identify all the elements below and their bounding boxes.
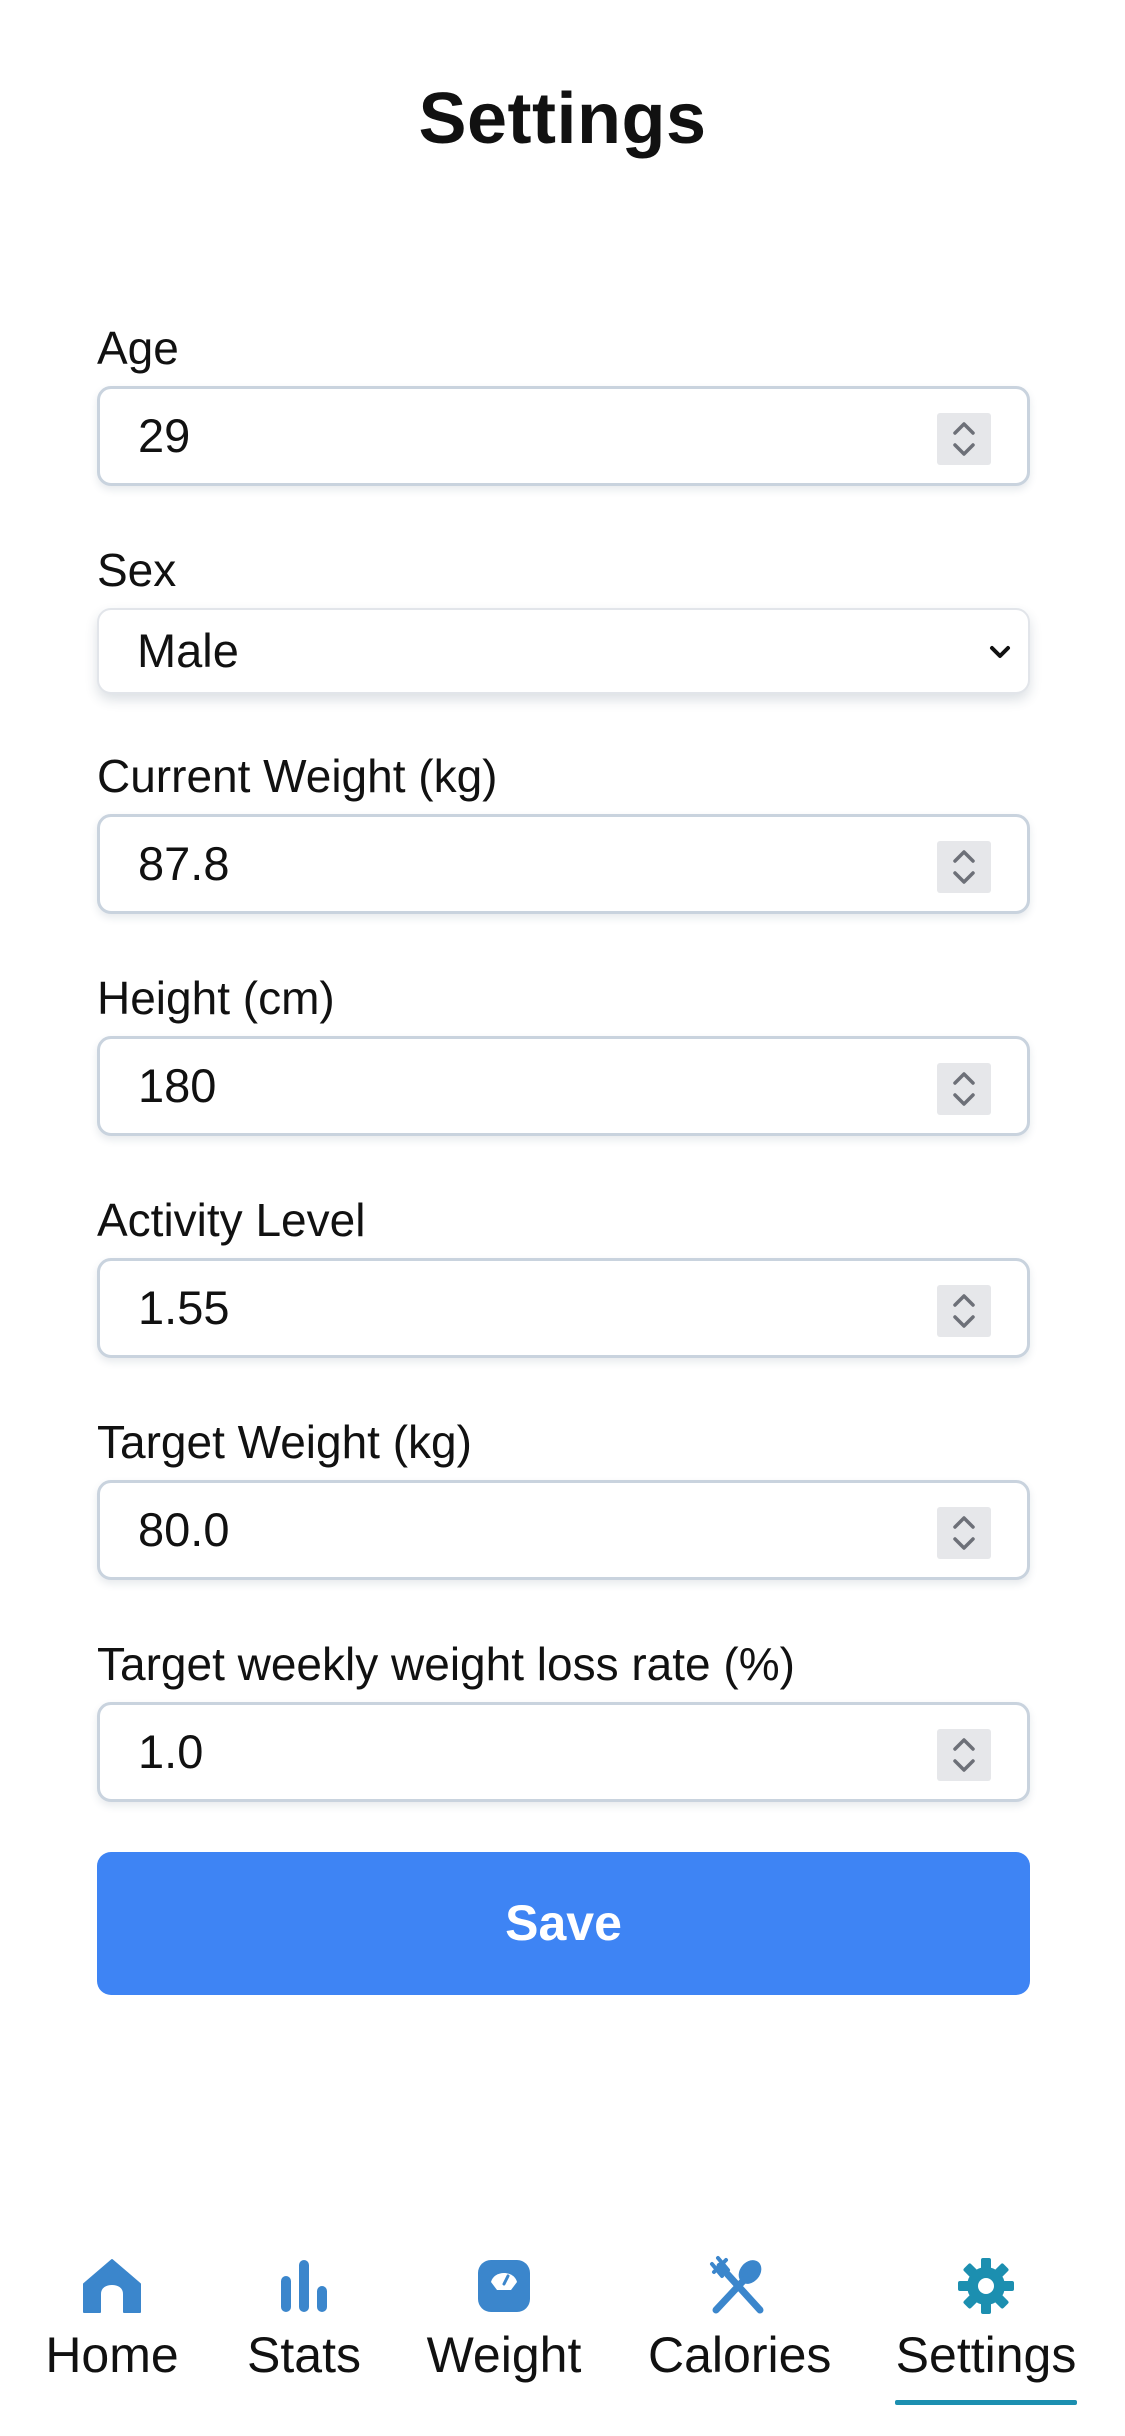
weekly-loss-rate-stepper[interactable] [937,1729,991,1781]
tab-calories[interactable]: Calories [648,2240,832,2410]
weekly-loss-rate-field: Target weekly weight loss rate (%) 1.0 [97,1634,1030,1802]
tab-stats-label: Stats [247,2327,361,2383]
age-value: 29 [138,409,191,462]
age-field: Age 29 [97,318,1030,486]
stepper-arrows-icon [953,1294,975,1328]
height-stepper[interactable] [937,1063,991,1115]
sex-field: Sex Male [97,540,1030,694]
current-weight-field: Current Weight (kg) 87.8 [97,746,1030,914]
weekly-loss-rate-label: Target weekly weight loss rate (%) [97,1638,795,1690]
target-weight-input[interactable]: 80.0 [97,1480,1030,1580]
save-button[interactable]: Save [97,1852,1030,1995]
tab-stats[interactable]: Stats [240,2240,368,2410]
activity-level-value: 1.55 [138,1281,230,1334]
target-weight-field: Target Weight (kg) 80.0 [97,1412,1030,1580]
height-label: Height (cm) [97,972,335,1024]
active-tab-indicator [895,2400,1077,2405]
tab-settings-label: Settings [895,2327,1077,2383]
page-title: Settings [418,79,707,159]
tab-weight[interactable]: Weight [424,2240,584,2410]
stepper-arrows-icon [953,1516,975,1550]
scale-icon [478,2260,530,2312]
current-weight-input[interactable]: 87.8 [97,814,1030,914]
activity-level-field: Activity Level 1.55 [97,1190,1030,1358]
stepper-arrows-icon [953,1738,975,1772]
bottom-tab-bar: Home Stats Weight Calories Settings [0,2240,1125,2436]
tab-settings[interactable]: Settings [895,2240,1077,2410]
height-value: 180 [138,1059,217,1112]
tab-calories-label: Calories [648,2327,832,2383]
bar-chart-icon [281,2260,327,2312]
height-field: Height (cm) 180 [97,968,1030,1136]
age-stepper[interactable] [937,413,991,465]
sex-value: Male [137,624,239,677]
activity-level-label: Activity Level [97,1194,366,1246]
fork-spoon-icon [710,2256,764,2314]
weekly-loss-rate-value: 1.0 [138,1725,204,1778]
current-weight-value: 87.8 [138,837,230,890]
home-icon [83,2259,141,2313]
tab-weight-label: Weight [426,2327,582,2383]
target-weight-label: Target Weight (kg) [97,1416,472,1468]
target-weight-value: 80.0 [138,1503,230,1556]
current-weight-label: Current Weight (kg) [97,750,498,802]
sex-select[interactable]: Male [97,608,1030,694]
chevron-down-icon [990,646,1010,658]
sex-label: Sex [97,544,177,596]
height-input[interactable]: 180 [97,1036,1030,1136]
target-weight-stepper[interactable] [937,1507,991,1559]
stepper-arrows-icon [953,1072,975,1106]
current-weight-stepper[interactable] [937,841,991,893]
age-label: Age [97,322,179,374]
weekly-loss-rate-input[interactable]: 1.0 [97,1702,1030,1802]
activity-level-input[interactable]: 1.55 [97,1258,1030,1358]
age-input[interactable]: 29 [97,386,1030,486]
stepper-arrows-icon [953,422,975,456]
activity-level-stepper[interactable] [937,1285,991,1337]
gear-icon [958,2258,1014,2314]
stepper-arrows-icon [953,850,975,884]
tab-home-label: Home [45,2327,179,2383]
tab-home[interactable]: Home [42,2240,182,2410]
